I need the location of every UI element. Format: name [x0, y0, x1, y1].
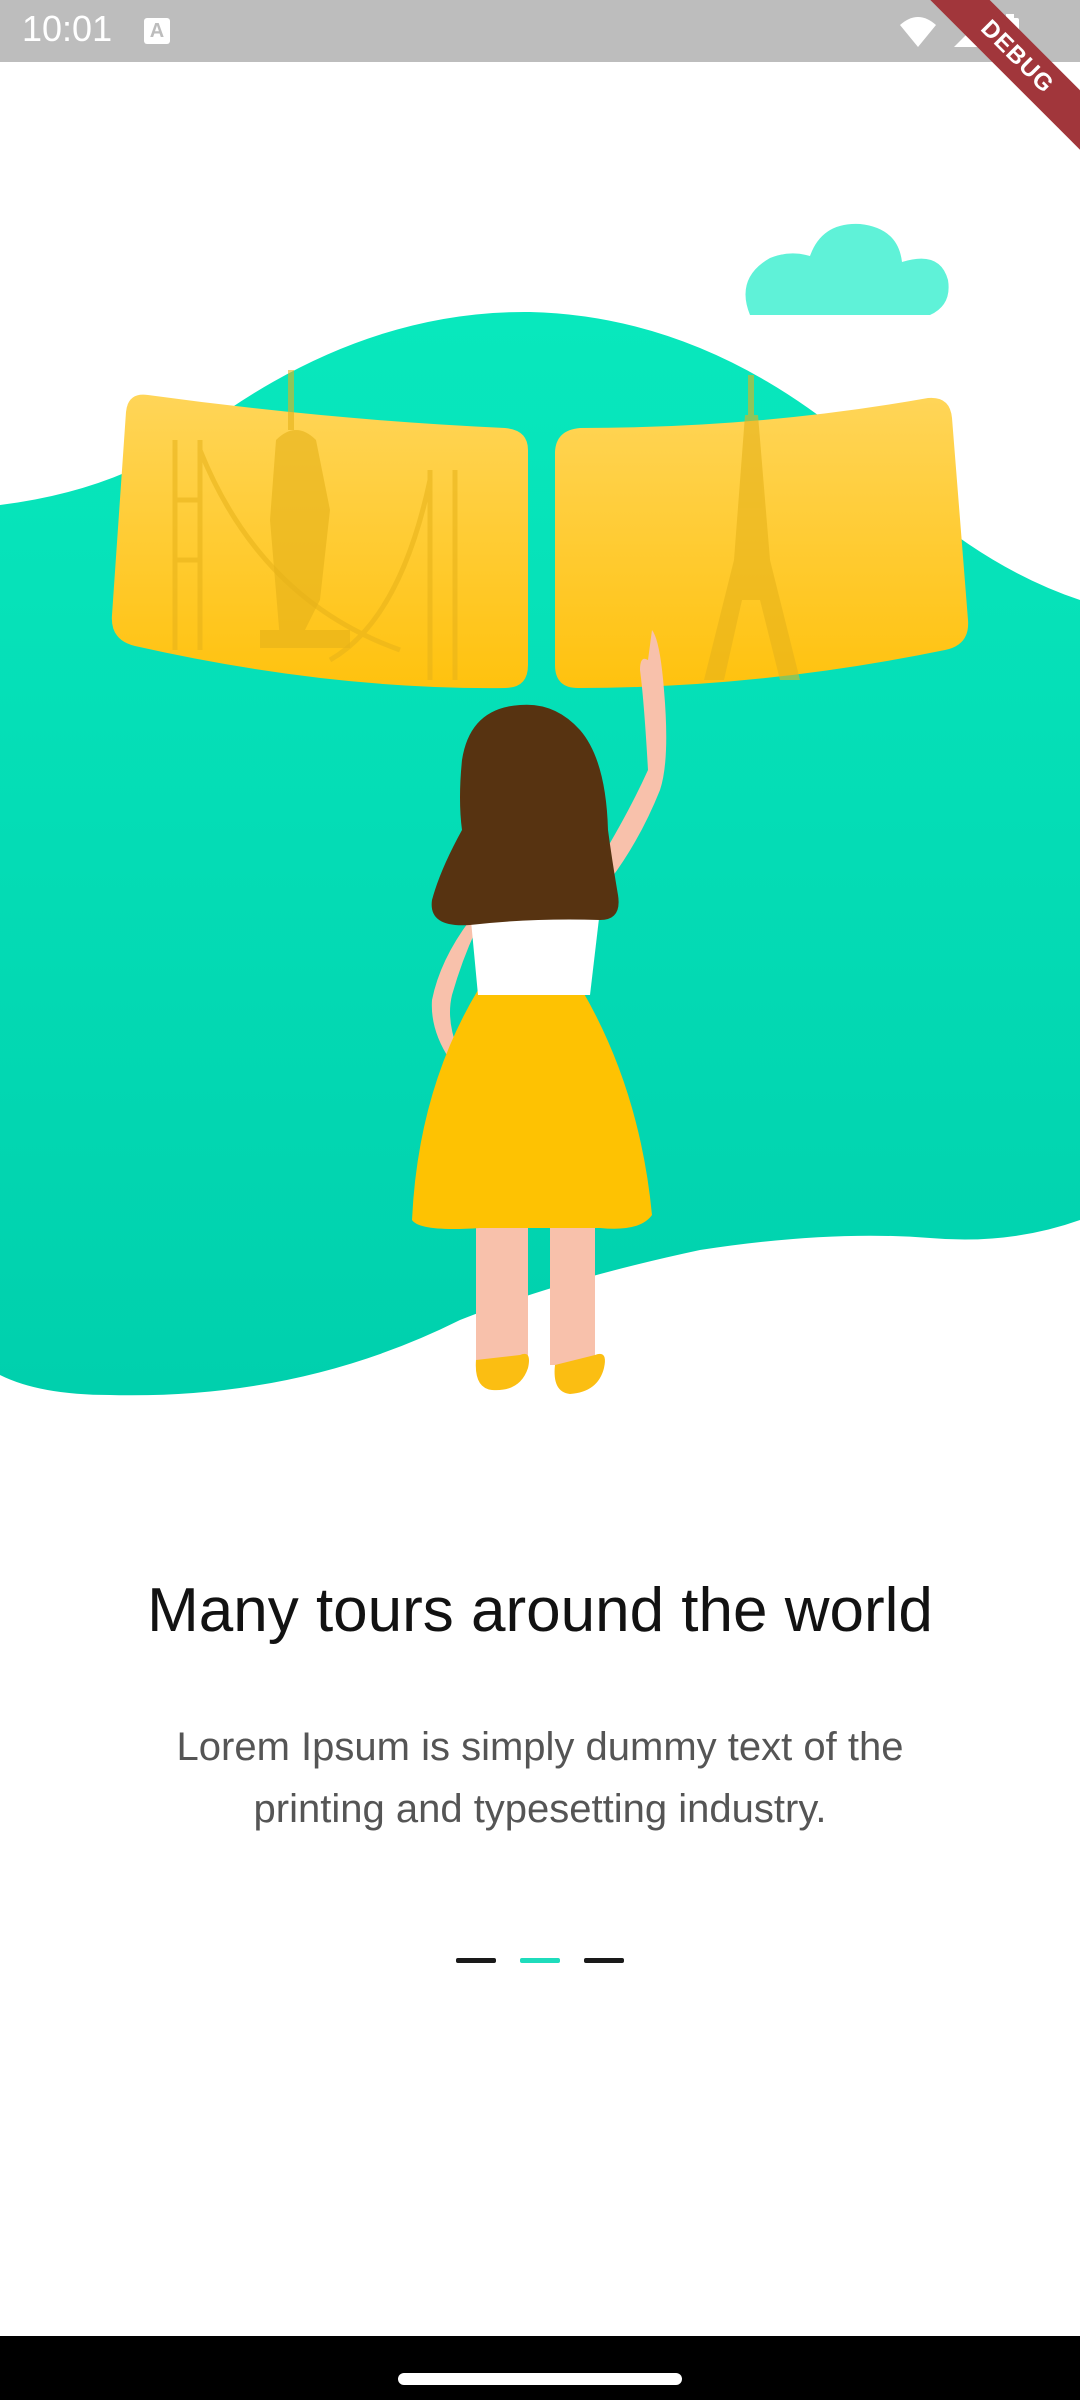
- wifi-icon: [900, 17, 936, 47]
- notification-a-icon: A: [144, 18, 170, 44]
- battery-icon: [1001, 14, 1019, 50]
- onboarding-title: Many tours around the world: [147, 1576, 933, 1645]
- home-gesture-handle[interactable]: [398, 2373, 682, 2385]
- status-icons: [898, 12, 1020, 52]
- page-indicator-dot-1[interactable]: [456, 1958, 496, 1963]
- cloud-shape: [745, 223, 949, 315]
- onboarding-illustration: [0, 223, 1080, 1396]
- girl-left-leg: [476, 1215, 528, 1365]
- status-time: 10:01: [22, 8, 113, 49]
- page-indicator-dot-2-active[interactable]: [520, 1958, 560, 1963]
- signal-icon: [954, 17, 984, 47]
- page-indicator: [0, 1958, 1080, 1963]
- girl-left-shoe: [475, 1353, 529, 1391]
- girl-right-leg: [550, 1215, 595, 1365]
- onboarding-description: Lorem Ipsum is simply dummy text of the …: [176, 1725, 904, 1831]
- system-navigation-bar: [0, 2336, 1080, 2400]
- status-bar: 10:01 A: [0, 0, 1080, 62]
- page-indicator-dot-3[interactable]: [584, 1958, 624, 1963]
